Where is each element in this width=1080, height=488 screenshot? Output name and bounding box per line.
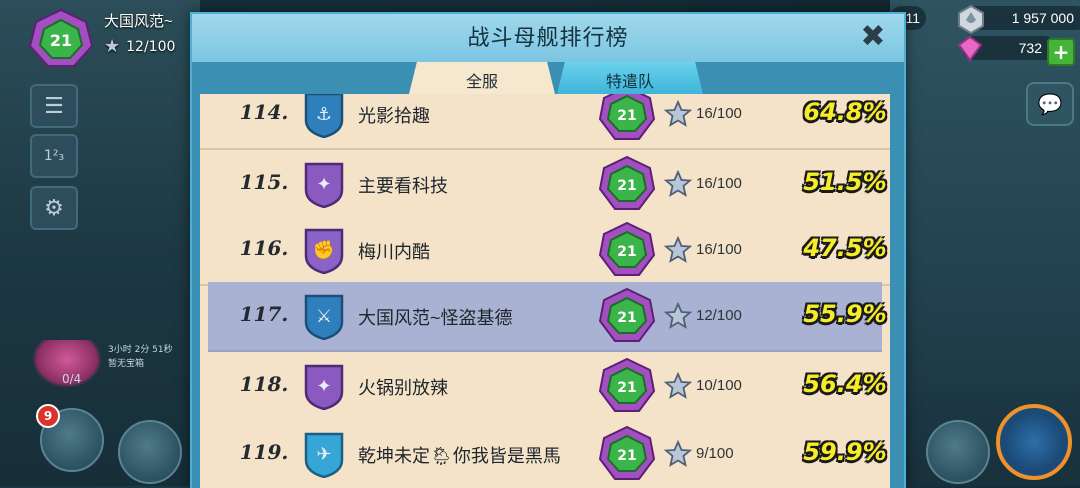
iron-value: 1 957 000	[1011, 10, 1074, 26]
table-row[interactable]: 118. ✦ 火锅别放辣 21 10/100 56.4%	[200, 352, 890, 422]
player-level-text: 21	[50, 31, 72, 50]
chest-timer-text: 3小时 2分 51秒	[108, 345, 173, 355]
player-stars-count: 12/100	[126, 38, 176, 55]
ranking-button[interactable]: 1²₃	[30, 134, 78, 178]
star-icon	[664, 100, 692, 127]
clan-name: 乾坤未定🌦你我皆是黑馬	[358, 446, 561, 466]
winrate-value: 59.9%	[803, 438, 887, 466]
chest-count: 0/4	[62, 372, 82, 386]
winrate-value: 51.5%	[803, 168, 887, 196]
diamond-icon	[957, 35, 983, 62]
svg-text:✦: ✦	[316, 376, 331, 397]
winrate-value: 47.5%	[803, 234, 887, 262]
star-icon	[664, 372, 692, 399]
resource-partial-value: 11	[905, 10, 920, 26]
rank-number: 115.	[239, 170, 289, 194]
diamond-value: 732	[1018, 40, 1042, 56]
rank-number: 117.	[239, 302, 289, 326]
star-count: 9/100	[696, 445, 734, 462]
army-count-badge: 9	[36, 404, 60, 428]
star-icon	[664, 440, 692, 467]
star-count: 16/100	[696, 175, 742, 192]
player-name: 大国风范~	[104, 13, 173, 30]
ranking-icon: 1²₃	[43, 148, 65, 164]
clan-emblem-icon: ✦	[304, 364, 344, 410]
attack-button[interactable]	[996, 404, 1072, 480]
dialog-title: 战斗母舰排行榜	[467, 25, 629, 50]
clan-name: 火锅别放辣	[358, 378, 448, 398]
close-button[interactable]: ✖	[858, 22, 888, 52]
tab-taskforce-label: 特遣队	[605, 74, 654, 91]
star-count: 16/100	[696, 241, 742, 258]
leaderboard-table[interactable]: 名称 星阶 胜率 114.⚓光影拾趣2116/10064.8%115.✦主要看科…	[200, 94, 890, 488]
gear-icon: ⚙	[44, 195, 64, 221]
svg-text:✈: ✈	[316, 444, 331, 465]
svg-text:✊: ✊	[313, 240, 335, 261]
winrate-value: 64.8%	[803, 98, 887, 126]
clan-level-badge: 21	[598, 287, 656, 342]
chat-button[interactable]: 💬	[1026, 82, 1074, 126]
table-row[interactable]: 116. ✊ 梅川内酷 21 16/100 47.5%	[200, 216, 890, 286]
clan-level-text: 21	[617, 108, 636, 124]
settings-button[interactable]: ⚙	[30, 186, 78, 230]
clan-level-badge: 21	[598, 155, 656, 210]
rank-number: 119.	[239, 440, 289, 464]
add-diamonds-button[interactable]: +	[1047, 38, 1075, 66]
clan-level-badge: 21	[598, 425, 656, 480]
player-level-badge[interactable]: 21	[28, 8, 94, 70]
close-icon: ✖	[860, 19, 886, 54]
table-row[interactable]: 114. ⚓ 光影拾趣 21 16/100 64.8%	[200, 94, 890, 150]
chest-timer: 3小时 2分 51秒 暂无宝箱	[108, 343, 173, 371]
star-count: 16/100	[696, 105, 742, 122]
star-icon	[664, 302, 692, 329]
tab-global-label: 全服	[465, 74, 498, 91]
svg-text:✦: ✦	[316, 174, 331, 195]
table-row[interactable]: 119. ✈ 乾坤未定🌦你我皆是黑馬 21 9/100 59.9%	[200, 420, 890, 488]
winrate-value: 55.9%	[803, 300, 887, 328]
tab-global[interactable]: 全服	[408, 62, 556, 98]
table-row-own-clan[interactable]: 117. ⚔ 大国风范~怪盗基德 21 12/100 55.9%	[208, 282, 887, 352]
clan-emblem-icon: ✦	[304, 162, 344, 208]
chat-icon: 💬	[1037, 92, 1063, 116]
clan-emblem-icon: ✊	[304, 228, 344, 274]
chest-status-text: 暂无宝箱	[108, 359, 145, 369]
player-stars: ★ 12/100	[104, 36, 175, 57]
clan-emblem-icon: ⚔	[304, 294, 344, 340]
star-icon: ★	[104, 36, 121, 57]
table-row[interactable]: 115. ✦ 主要看科技 21 16/100 51.5%	[200, 150, 890, 220]
winrate-value: 56.4%	[803, 370, 887, 398]
menu-icon: ☰	[44, 93, 64, 119]
clan-level-text: 21	[617, 178, 636, 194]
clan-name: 梅川内酷	[358, 242, 430, 262]
clan-name: 大国风范~怪盗基德	[358, 308, 513, 328]
rank-number: 114.	[239, 100, 289, 124]
rank-number: 118.	[239, 372, 289, 396]
star-icon	[664, 170, 692, 197]
svg-text:⚓: ⚓	[316, 104, 332, 125]
clan-level-badge: 21	[598, 221, 656, 276]
clan-level-badge: 21	[598, 94, 656, 140]
base-button[interactable]	[926, 420, 990, 484]
star-count: 10/100	[696, 377, 742, 394]
menu-button[interactable]: ☰	[30, 84, 78, 128]
leaderboard-dialog: 战斗母舰排行榜 ✖ 全服 特遣队 名称 星阶 胜率 114.⚓光影拾趣2116/…	[190, 12, 906, 488]
clan-name: 光影拾趣	[358, 106, 430, 126]
clan-level-badge: 21	[598, 357, 656, 412]
clan-level-text: 21	[617, 244, 636, 260]
clan-level-text: 21	[617, 380, 636, 396]
clan-name: 主要看科技	[358, 176, 448, 196]
star-icon	[664, 236, 692, 263]
star-count: 12/100	[696, 307, 742, 324]
upgrade-button[interactable]	[118, 420, 182, 484]
tab-taskforce[interactable]: 特遣队	[556, 62, 704, 98]
clan-level-text: 21	[617, 310, 636, 326]
svg-text:⚔: ⚔	[316, 306, 332, 327]
iron-icon	[958, 4, 984, 34]
clan-level-text: 21	[617, 448, 636, 464]
clan-emblem-icon: ✈	[304, 432, 344, 478]
rank-number: 116.	[239, 236, 289, 260]
clan-emblem-icon: ⚓	[304, 94, 344, 138]
